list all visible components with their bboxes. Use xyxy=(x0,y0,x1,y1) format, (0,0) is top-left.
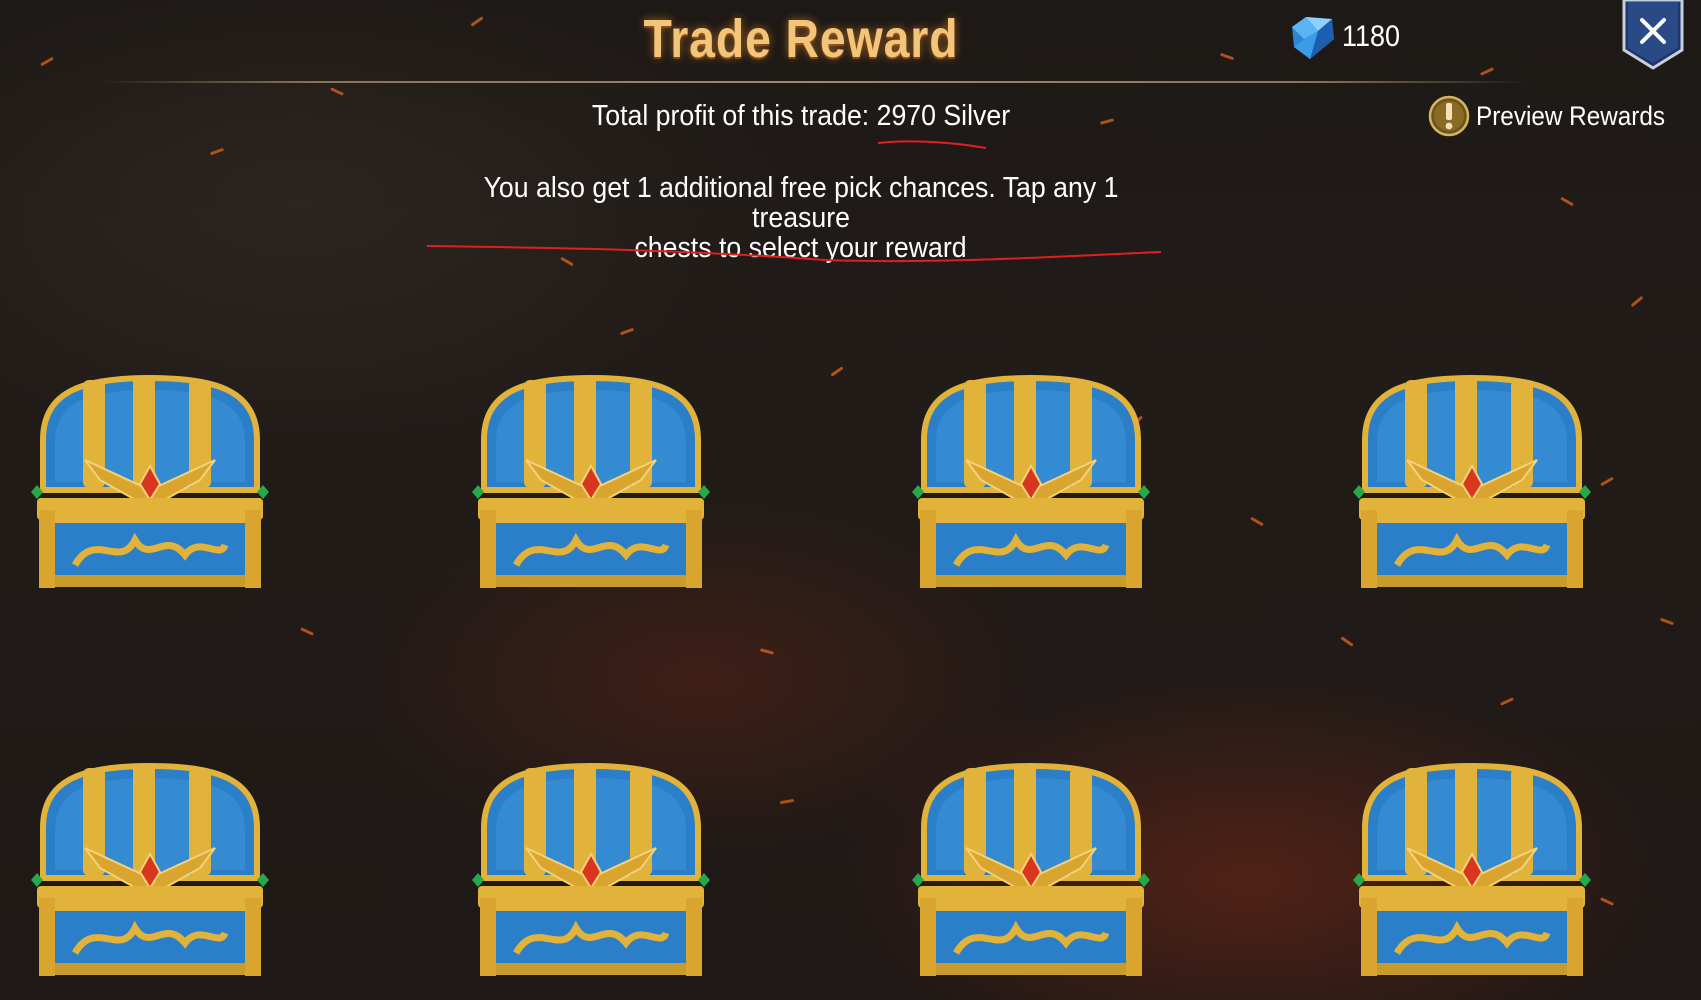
preview-rewards-button[interactable]: Preview Rewards xyxy=(1428,95,1686,137)
page-title: Trade Reward xyxy=(643,9,959,69)
treasure-chest-icon xyxy=(466,758,716,983)
currency-display: 1180 xyxy=(1288,12,1407,62)
treasure-chest-icon xyxy=(25,370,275,595)
treasure-chest-icon xyxy=(466,370,716,595)
annotation-underline xyxy=(877,140,987,149)
exclamation-info-icon xyxy=(1428,95,1470,137)
diamond-gem-icon xyxy=(1292,17,1334,59)
annotation-underline xyxy=(426,245,1162,263)
treasure-chest-6[interactable] xyxy=(466,758,716,983)
treasure-chest-2[interactable] xyxy=(466,370,716,595)
treasure-chest-7[interactable] xyxy=(906,758,1156,983)
treasure-chest-icon xyxy=(906,370,1156,595)
close-x-icon xyxy=(1622,0,1684,70)
treasure-chest-4[interactable] xyxy=(1347,370,1597,595)
treasure-chest-8[interactable] xyxy=(1347,758,1597,983)
title-divider xyxy=(100,81,1530,83)
treasure-chest-icon xyxy=(1347,758,1597,983)
treasure-chest-icon xyxy=(25,758,275,983)
currency-amount: 1180 xyxy=(1342,20,1401,53)
treasure-chest-1[interactable] xyxy=(25,370,275,595)
treasure-chest-3[interactable] xyxy=(906,370,1156,595)
treasure-chest-icon xyxy=(1347,370,1597,595)
trade-profit-text: Total profit of this trade: 2970 Silver xyxy=(591,100,1011,132)
close-button[interactable] xyxy=(1620,0,1686,70)
free-pick-info-line-1: You also get 1 additional free pick chan… xyxy=(483,172,1119,234)
treasure-chest-icon xyxy=(906,758,1156,983)
treasure-chest-5[interactable] xyxy=(25,758,275,983)
preview-rewards-label: Preview Rewards xyxy=(1476,100,1666,131)
